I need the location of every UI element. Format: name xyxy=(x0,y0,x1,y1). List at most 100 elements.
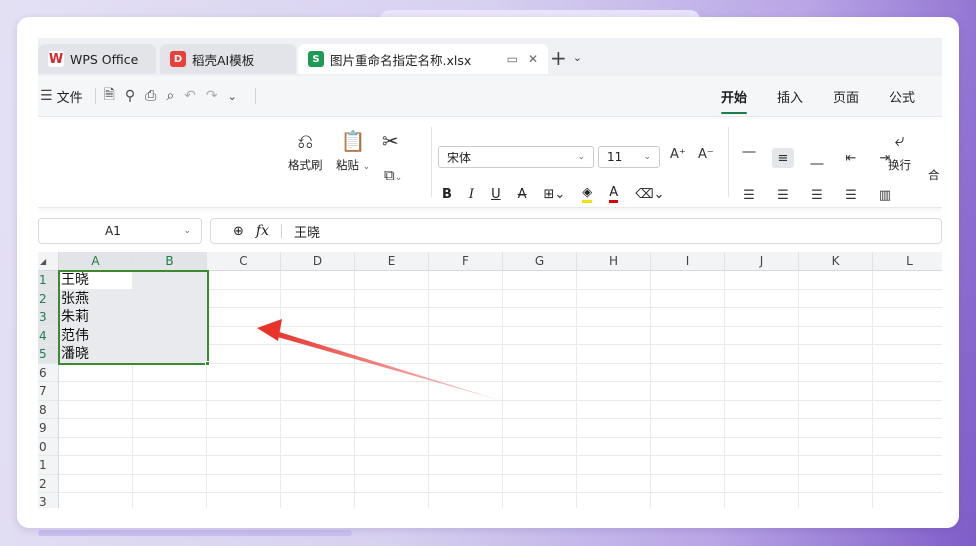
align-center-icon[interactable]: ☰ xyxy=(772,185,794,205)
tab-wps-office[interactable]: W WPS Office xyxy=(38,44,156,74)
column-header[interactable]: L xyxy=(873,252,942,271)
file-menu[interactable]: 文件 xyxy=(57,87,83,106)
row-header[interactable]: 6 xyxy=(38,363,59,382)
spreadsheet-grid[interactable]: ◢ ABCDEFGHIJKL12345678901234王晓张燕朱莉范伟潘晓 xyxy=(38,252,942,508)
print-preview-icon[interactable]: ⌕ xyxy=(166,88,174,104)
column-header[interactable]: B xyxy=(133,252,207,271)
tab-label: WPS Office xyxy=(70,51,139,67)
column-header[interactable]: A xyxy=(59,252,133,271)
column-header[interactable]: C xyxy=(207,252,281,271)
tab-docer-templates[interactable]: D 稻壳AI模板 xyxy=(160,44,296,74)
spreadsheet-s-icon: S xyxy=(308,51,324,67)
tab-home[interactable]: 开始 xyxy=(721,87,748,114)
justify-icon[interactable]: ☰ xyxy=(840,185,862,205)
fill-handle[interactable] xyxy=(205,361,210,366)
column-header[interactable]: J xyxy=(725,252,799,271)
row-header[interactable]: 3 xyxy=(38,493,59,508)
font-size-select[interactable]: 11 ⌄ xyxy=(598,146,660,168)
grid-line xyxy=(59,381,942,382)
row-header[interactable]: 3 xyxy=(38,308,59,327)
copy-button[interactable]: ⧉⌄ xyxy=(384,161,402,189)
row-header[interactable]: 0 xyxy=(38,437,59,456)
chevron-down-icon[interactable]: ⌄ xyxy=(183,226,191,236)
scissors-icon: ✂ xyxy=(382,129,399,153)
distributed-icon[interactable]: ▥ xyxy=(874,185,896,205)
undo-icon[interactable]: ↶ xyxy=(184,88,196,104)
row-header[interactable]: 1 xyxy=(38,271,59,290)
row-header[interactable]: 7 xyxy=(38,382,59,401)
row-header[interactable]: 5 xyxy=(38,345,59,364)
align-bottom-icon[interactable]: ⎽ xyxy=(806,148,828,168)
home-ribbon: ⎌ 格式刷 📋 粘贴 ⌄ ✂ ⧉⌄ 宋体 ⌄ 11 ⌄ A⁺ A⁻ B I U … xyxy=(38,116,942,208)
background-decoration xyxy=(38,530,352,536)
tab-formula[interactable]: 公式 xyxy=(889,87,915,106)
chevron-down-icon: ⌄ xyxy=(577,152,585,162)
share-icon[interactable]: ⚲ xyxy=(125,88,135,104)
column-header[interactable]: K xyxy=(799,252,873,271)
formula-input[interactable]: ⊕ fx 王晓 xyxy=(210,218,942,244)
fill-color-icon[interactable]: ◈ xyxy=(582,185,593,203)
wps-logo-icon: W xyxy=(48,51,64,67)
name-box[interactable]: A1 ⌄ xyxy=(38,218,202,244)
align-right-icon[interactable]: ☰ xyxy=(806,185,828,205)
format-painter-button[interactable]: ⎌ 格式刷 xyxy=(288,127,323,173)
redo-icon[interactable]: ↷ xyxy=(206,88,218,104)
chevron-down-icon: ⌄ xyxy=(362,162,371,172)
zoom-icon[interactable]: ⊕ xyxy=(233,224,244,239)
paste-button[interactable]: 📋 粘贴 ⌄ xyxy=(336,127,370,173)
grid-line xyxy=(59,473,942,475)
print-icon[interactable]: ⎙ xyxy=(145,88,156,104)
menu-bar: ☰ 文件 🗎 ⚲ ⎙ ⌕ ↶ ↷ ⌄ 开始 插入 页面 公式 xyxy=(38,76,942,116)
select-all-corner[interactable]: ◢ xyxy=(38,252,59,271)
column-header[interactable]: H xyxy=(577,252,651,271)
font-format-row: B I U A ⊞⌄ ◈ A ⌫⌄ xyxy=(442,185,664,203)
font-family-select[interactable]: 宋体 ⌄ xyxy=(438,146,594,168)
tab-insert[interactable]: 插入 xyxy=(777,87,803,106)
divider xyxy=(280,224,282,238)
align-middle-icon[interactable]: ≡ xyxy=(772,148,794,168)
tab-current-workbook[interactable]: S 图片重命名指定名称.xlsx ▭ ✕ xyxy=(298,44,548,74)
new-tab-button[interactable]: + ⌄ xyxy=(550,48,582,68)
row-header[interactable]: 1 xyxy=(38,456,59,475)
eraser-icon[interactable]: ⌫⌄ xyxy=(635,187,664,202)
vertical-align-row: ⎺ ≡ ⎽ ⇤ ⇥ xyxy=(738,148,896,168)
monitor-icon[interactable]: ▭ xyxy=(507,52,518,66)
indent-decrease-icon[interactable]: ⇤ xyxy=(840,148,862,168)
tab-page[interactable]: 页面 xyxy=(833,87,859,106)
strikethrough-icon[interactable]: A xyxy=(518,187,527,202)
row-header[interactable]: 2 xyxy=(38,289,59,308)
fx-icon[interactable]: fx xyxy=(256,223,269,239)
underline-icon[interactable]: U xyxy=(491,187,501,202)
formula-bar: A1 ⌄ ⊕ fx 王晓 xyxy=(38,216,942,246)
font-color-icon[interactable]: A xyxy=(609,185,619,203)
row-header[interactable]: 4 xyxy=(38,326,59,345)
close-icon[interactable]: ✕ xyxy=(528,52,538,66)
wrap-text-button[interactable]: ⤶ 换行 xyxy=(888,127,911,173)
selection-border xyxy=(58,270,209,365)
plus-icon: + xyxy=(550,46,567,70)
chevron-down-icon: ⌄ xyxy=(643,152,651,162)
increase-font-icon[interactable]: A⁺ xyxy=(670,147,686,162)
hamburger-icon[interactable]: ☰ xyxy=(40,88,53,104)
row-header[interactable]: 2 xyxy=(38,474,59,493)
align-left-icon[interactable]: ☰ xyxy=(738,185,760,205)
column-header[interactable]: G xyxy=(503,252,577,271)
grid-line xyxy=(59,399,942,401)
column-header[interactable]: D xyxy=(281,252,355,271)
decrease-font-icon[interactable]: A⁻ xyxy=(698,147,714,162)
column-header[interactable]: E xyxy=(355,252,429,271)
divider xyxy=(431,127,432,197)
column-header[interactable]: F xyxy=(429,252,503,271)
row-header[interactable]: 9 xyxy=(38,419,59,438)
save-icon[interactable]: 🗎 xyxy=(104,84,115,108)
grid-line xyxy=(59,436,942,438)
bold-icon[interactable]: B xyxy=(442,187,452,202)
column-header[interactable]: I xyxy=(651,252,725,271)
borders-icon[interactable]: ⊞⌄ xyxy=(543,187,565,202)
italic-icon[interactable]: I xyxy=(469,187,474,202)
chevron-down-icon[interactable]: ⌄ xyxy=(228,90,237,103)
row-header[interactable]: 8 xyxy=(38,400,59,419)
align-top-icon[interactable]: ⎺ xyxy=(738,148,760,168)
merge-button[interactable]: 合 xyxy=(928,165,940,183)
cut-button[interactable]: ✂ xyxy=(382,127,399,155)
